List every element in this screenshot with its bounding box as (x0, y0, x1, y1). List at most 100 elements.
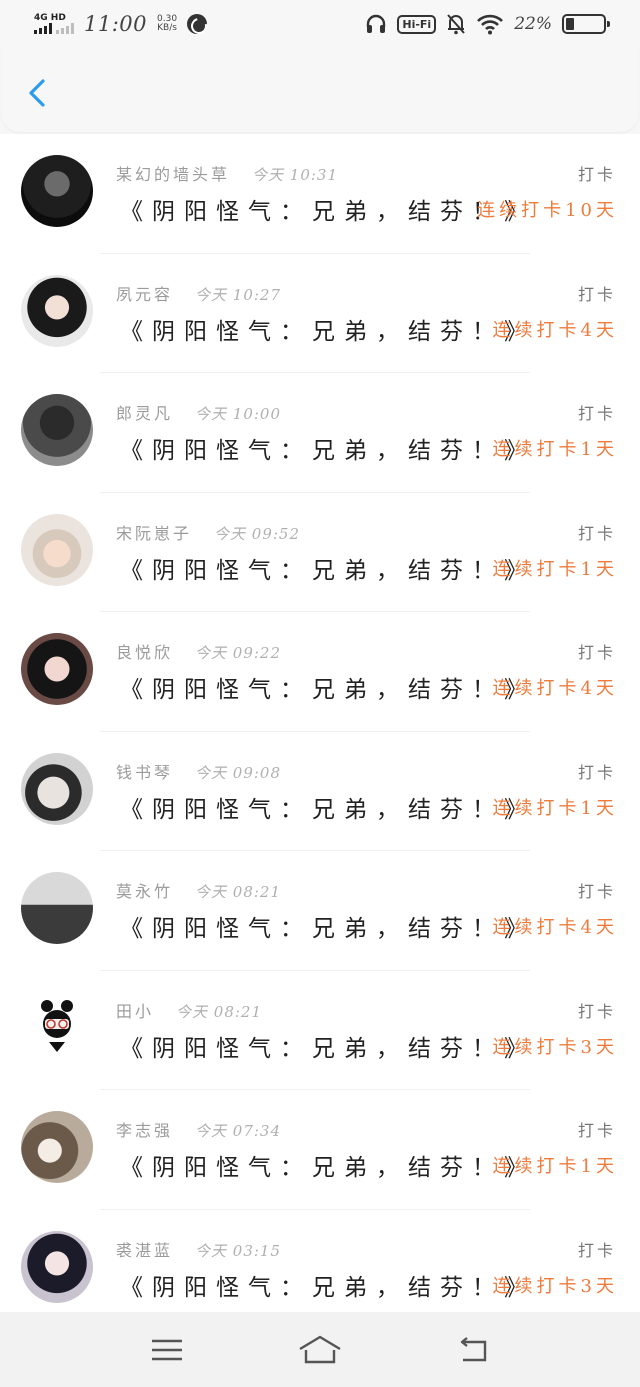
list-item[interactable]: 钱书琴 今天 09:08 《阴阳怪气：兄弟，结芬！》 打卡 连续打卡1天 (0, 732, 640, 851)
book-title[interactable]: 《阴阳怪气：兄弟，结芬！》 (120, 1148, 536, 1182)
checkin-tag: 打卡 (577, 643, 616, 662)
list-item[interactable]: 良悦欣 今天 09:22 《阴阳怪气：兄弟，结芬！》 打卡 连续打卡4天 (0, 612, 640, 732)
book-title[interactable]: 《阴阳怪气：兄弟，结芬！》 (120, 312, 536, 346)
checkin-list: 某幻的墙头草 今天 10:31 《阴阳怪气：兄弟，结芬！》 打卡 连续打卡10天 … (0, 134, 640, 1312)
post-time: 今天 08:21 (176, 1002, 263, 1021)
user-name-text: 莫永竹 (116, 882, 174, 901)
streak-label: 连续打卡1天 (492, 439, 618, 460)
book-title[interactable]: 《阴阳怪气：兄弟，结芬！》 (120, 1268, 536, 1302)
avatar[interactable] (21, 513, 93, 586)
mute-bell-icon (447, 14, 465, 35)
chevron-left-icon[interactable] (26, 78, 48, 108)
clock: 11:00 (84, 12, 148, 36)
avatar[interactable] (21, 1111, 93, 1183)
user-name-text: 裘湛蓝 (116, 1240, 174, 1260)
checkin-tag: 打卡 (577, 882, 616, 901)
status-bar: 4G HD 11:00 0.30 KB/s Hi-Fi 22% (0, 0, 640, 48)
user-name: 莫永竹 今天 08:21 (116, 878, 281, 902)
post-time: 今天 08:21 (195, 883, 282, 901)
menu-button[interactable] (145, 1333, 189, 1367)
user-name: 裘湛蓝 今天 03:15 (116, 1237, 281, 1261)
wifi-icon (477, 14, 504, 35)
user-name-text: 郎灵凡 (116, 404, 174, 423)
book-title[interactable]: 《阴阳怪气：兄弟，结芬！》 (120, 790, 536, 824)
user-name: 田小 今天 08:21 (116, 998, 262, 1022)
book-title[interactable]: 《阴阳怪气：兄弟，结芬！》 (120, 192, 536, 226)
book-title[interactable]: 《阴阳怪气：兄弟，结芬！》 (120, 431, 536, 465)
post-time: 今天 07:34 (195, 1122, 282, 1140)
checkin-tag: 打卡 (577, 1121, 616, 1140)
user-name-text: 李志强 (116, 1121, 174, 1140)
checkin-tag: 打卡 (577, 1001, 616, 1021)
book-title[interactable]: 《阴阳怪气：兄弟，结芬！》 (120, 551, 536, 585)
post-time: 今天 09:08 (195, 763, 282, 782)
menu-icon (151, 1339, 182, 1360)
list-item[interactable]: 李志强 今天 07:34 《阴阳怪气：兄弟，结芬！》 打卡 连续打卡1天 (0, 1090, 640, 1210)
book-title[interactable]: 《阴阳怪气：兄弟，结芬！》 (120, 670, 536, 704)
avatar[interactable] (21, 394, 93, 466)
list-item[interactable]: 宋阮崽子 今天 09:52 《阴阳怪气：兄弟，结芬！》 打卡 连续打卡1天 (0, 493, 640, 612)
home-icon (299, 1335, 341, 1363)
post-time: 今天 10:31 (252, 166, 339, 184)
avatar[interactable] (21, 274, 93, 347)
avatar[interactable] (21, 633, 93, 705)
streak-label: 连续打卡3天 (492, 1275, 618, 1297)
checkin-tag: 打卡 (577, 165, 616, 184)
avatar[interactable] (21, 872, 93, 944)
list-item[interactable]: 某幻的墙头草 今天 10:31 《阴阳怪气：兄弟，结芬！》 打卡 连续打卡10天 (0, 134, 640, 254)
user-name-text: 田小 (116, 1001, 155, 1021)
signal-bars-2-icon (56, 23, 74, 34)
user-name: 宋阮崽子 今天 09:52 (116, 520, 300, 544)
user-name-text: 良悦欣 (116, 643, 174, 662)
checkin-tag: 打卡 (577, 404, 616, 423)
streak-label: 连续打卡1天 (492, 797, 618, 819)
user-name-text: 夙元容 (116, 284, 174, 304)
user-name: 良悦欣 今天 09:22 (116, 639, 281, 663)
user-name: 郎灵凡 今天 10:00 (116, 400, 281, 424)
browser-icon (187, 14, 208, 34)
post-time: 今天 10:27 (195, 285, 282, 304)
net-speed: 0.30 KB/s (157, 14, 177, 34)
checkin-tag: 打卡 (577, 523, 616, 543)
checkin-tag: 打卡 (577, 1240, 616, 1260)
user-name-text: 某幻的墙头草 (116, 165, 231, 184)
home-button[interactable] (298, 1333, 342, 1367)
battery-percent: 22% (514, 14, 552, 34)
user-name: 钱书琴 今天 09:08 (116, 759, 281, 783)
signal-bars-icon (34, 23, 52, 34)
avatar[interactable] (21, 155, 93, 227)
streak-label: 连续打卡1天 (492, 1156, 618, 1177)
checkin-tag: 打卡 (577, 762, 616, 782)
user-name: 夙元容 今天 10:27 (116, 281, 281, 305)
user-name-text: 钱书琴 (116, 762, 174, 782)
streak-label: 连续打卡3天 (492, 1036, 618, 1058)
list-item[interactable]: 夙元容 今天 10:27 《阴阳怪气：兄弟，结芬！》 打卡 连续打卡4天 (0, 254, 640, 373)
signal-indicator: 4G HD (34, 14, 74, 34)
list-item[interactable]: 郎灵凡 今天 10:00 《阴阳怪气：兄弟，结芬！》 打卡 连续打卡1天 (0, 373, 640, 493)
streak-label: 连续打卡4天 (492, 678, 618, 699)
back-icon (461, 1336, 487, 1361)
post-time: 今天 09:22 (195, 644, 282, 662)
user-name: 李志强 今天 07:34 (116, 1117, 281, 1141)
avatar[interactable] (21, 1230, 93, 1303)
back-button[interactable] (451, 1333, 495, 1367)
book-title[interactable]: 《阴阳怪气：兄弟，结芬！》 (120, 909, 536, 943)
user-name-text: 宋阮崽子 (116, 523, 193, 543)
streak-label: 连续打卡1天 (492, 558, 618, 580)
avatar[interactable] (21, 752, 93, 825)
net-speed-unit: KB/s (157, 23, 177, 33)
post-time: 今天 03:15 (195, 1241, 282, 1260)
list-item[interactable]: 莫永竹 今天 08:21 《阴阳怪气：兄弟，结芬！》 打卡 连续打卡4天 (0, 851, 640, 971)
battery-icon (562, 14, 610, 34)
hifi-badge: Hi-Fi (397, 14, 437, 34)
post-time: 今天 09:52 (214, 524, 301, 543)
list-item[interactable]: 田小 今天 08:21 《阴阳怪气：兄弟，结芬！》 打卡 连续打卡3天 (0, 971, 640, 1090)
headphones-icon (367, 14, 386, 33)
checkin-tag: 打卡 (577, 284, 616, 304)
post-time: 今天 10:00 (195, 405, 282, 423)
streak-label: 连续打卡10天 (477, 200, 618, 221)
avatar[interactable] (21, 991, 93, 1064)
streak-label: 连续打卡4天 (492, 319, 618, 341)
network-type: 4G HD (34, 13, 66, 23)
book-title[interactable]: 《阴阳怪气：兄弟，结芬！》 (120, 1029, 536, 1063)
